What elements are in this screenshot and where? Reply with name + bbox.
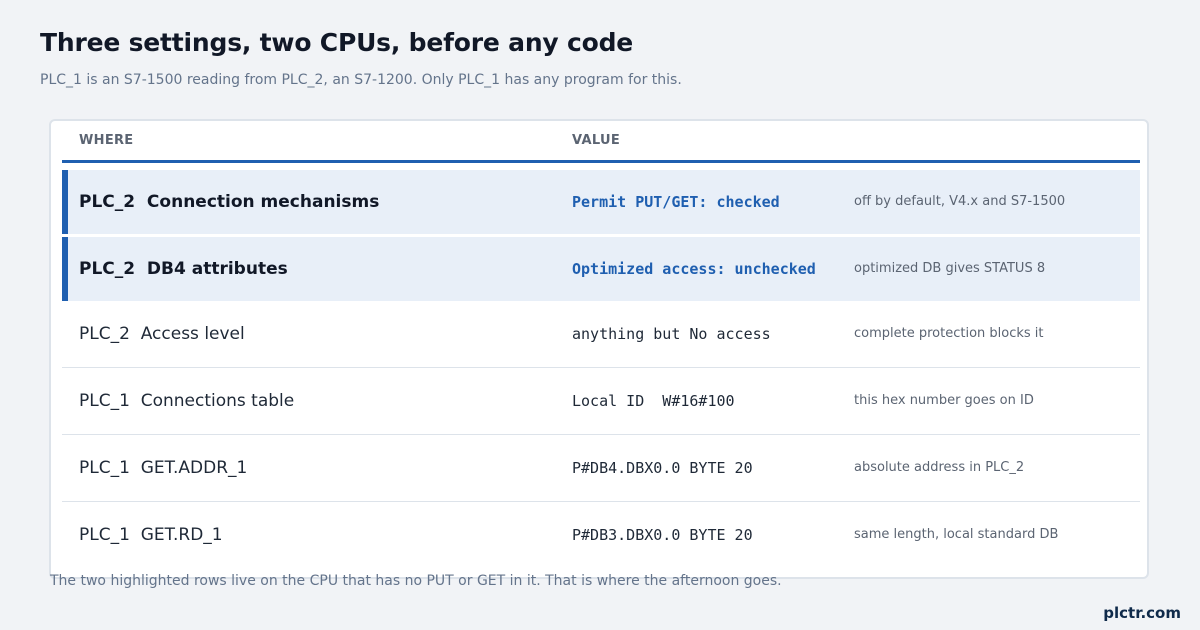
page-subtitle: PLC_1 is an S7-1500 reading from PLC_2, … <box>40 72 682 88</box>
table-row: PLC_2 Connection mechanisms Permit PUT/G… <box>62 170 1140 236</box>
table-row: PLC_2 DB4 attributes Optimized access: u… <box>62 237 1140 303</box>
table-row: PLC_1 Connections table Local ID W#16#10… <box>62 369 1140 435</box>
row-note: complete protection blocks it <box>854 326 1044 341</box>
footer-note: The two highlighted rows live on the CPU… <box>50 573 782 589</box>
page-title: Three settings, two CPUs, before any cod… <box>40 28 634 57</box>
row-note: optimized DB gives STATUS 8 <box>854 261 1046 276</box>
row-value: P#DB4.DBX0.0 BYTE 20 <box>572 459 753 477</box>
highlight-bar <box>62 237 68 301</box>
table-row: PLC_2 Access level anything but No acces… <box>62 302 1140 368</box>
brand-logo: plctr.com <box>1103 604 1181 622</box>
row-where: PLC_2 DB4 attributes <box>79 259 288 279</box>
row-where: PLC_2 Connection mechanisms <box>79 192 380 212</box>
row-value: Optimized access: unchecked <box>572 260 816 278</box>
header-where: WHERE <box>79 133 134 148</box>
row-where: PLC_1 GET.RD_1 <box>79 525 223 545</box>
row-value: Local ID W#16#100 <box>572 392 735 410</box>
row-value: Permit PUT/GET: checked <box>572 193 780 211</box>
row-note: same length, local standard DB <box>854 527 1059 542</box>
row-value: P#DB3.DBX0.0 BYTE 20 <box>572 526 753 544</box>
row-where: PLC_1 Connections table <box>79 391 295 411</box>
row-note: absolute address in PLC_2 <box>854 460 1025 475</box>
row-note: this hex number goes on ID <box>854 393 1034 408</box>
table-row: PLC_1 GET.RD_1 P#DB3.DBX0.0 BYTE 20 same… <box>62 503 1140 569</box>
row-note: off by default, V4.x and S7-1500 <box>854 194 1066 209</box>
row-where: PLC_2 Access level <box>79 324 245 344</box>
row-value: anything but No access <box>572 325 771 343</box>
settings-table: WHERE VALUE PLC_2 Connection mechanisms … <box>49 119 1149 579</box>
table-header: WHERE VALUE <box>62 121 1140 163</box>
row-where: PLC_1 GET.ADDR_1 <box>79 458 248 478</box>
table-row: PLC_1 GET.ADDR_1 P#DB4.DBX0.0 BYTE 20 ab… <box>62 436 1140 502</box>
header-value: VALUE <box>572 133 620 148</box>
highlight-bar <box>62 170 68 234</box>
